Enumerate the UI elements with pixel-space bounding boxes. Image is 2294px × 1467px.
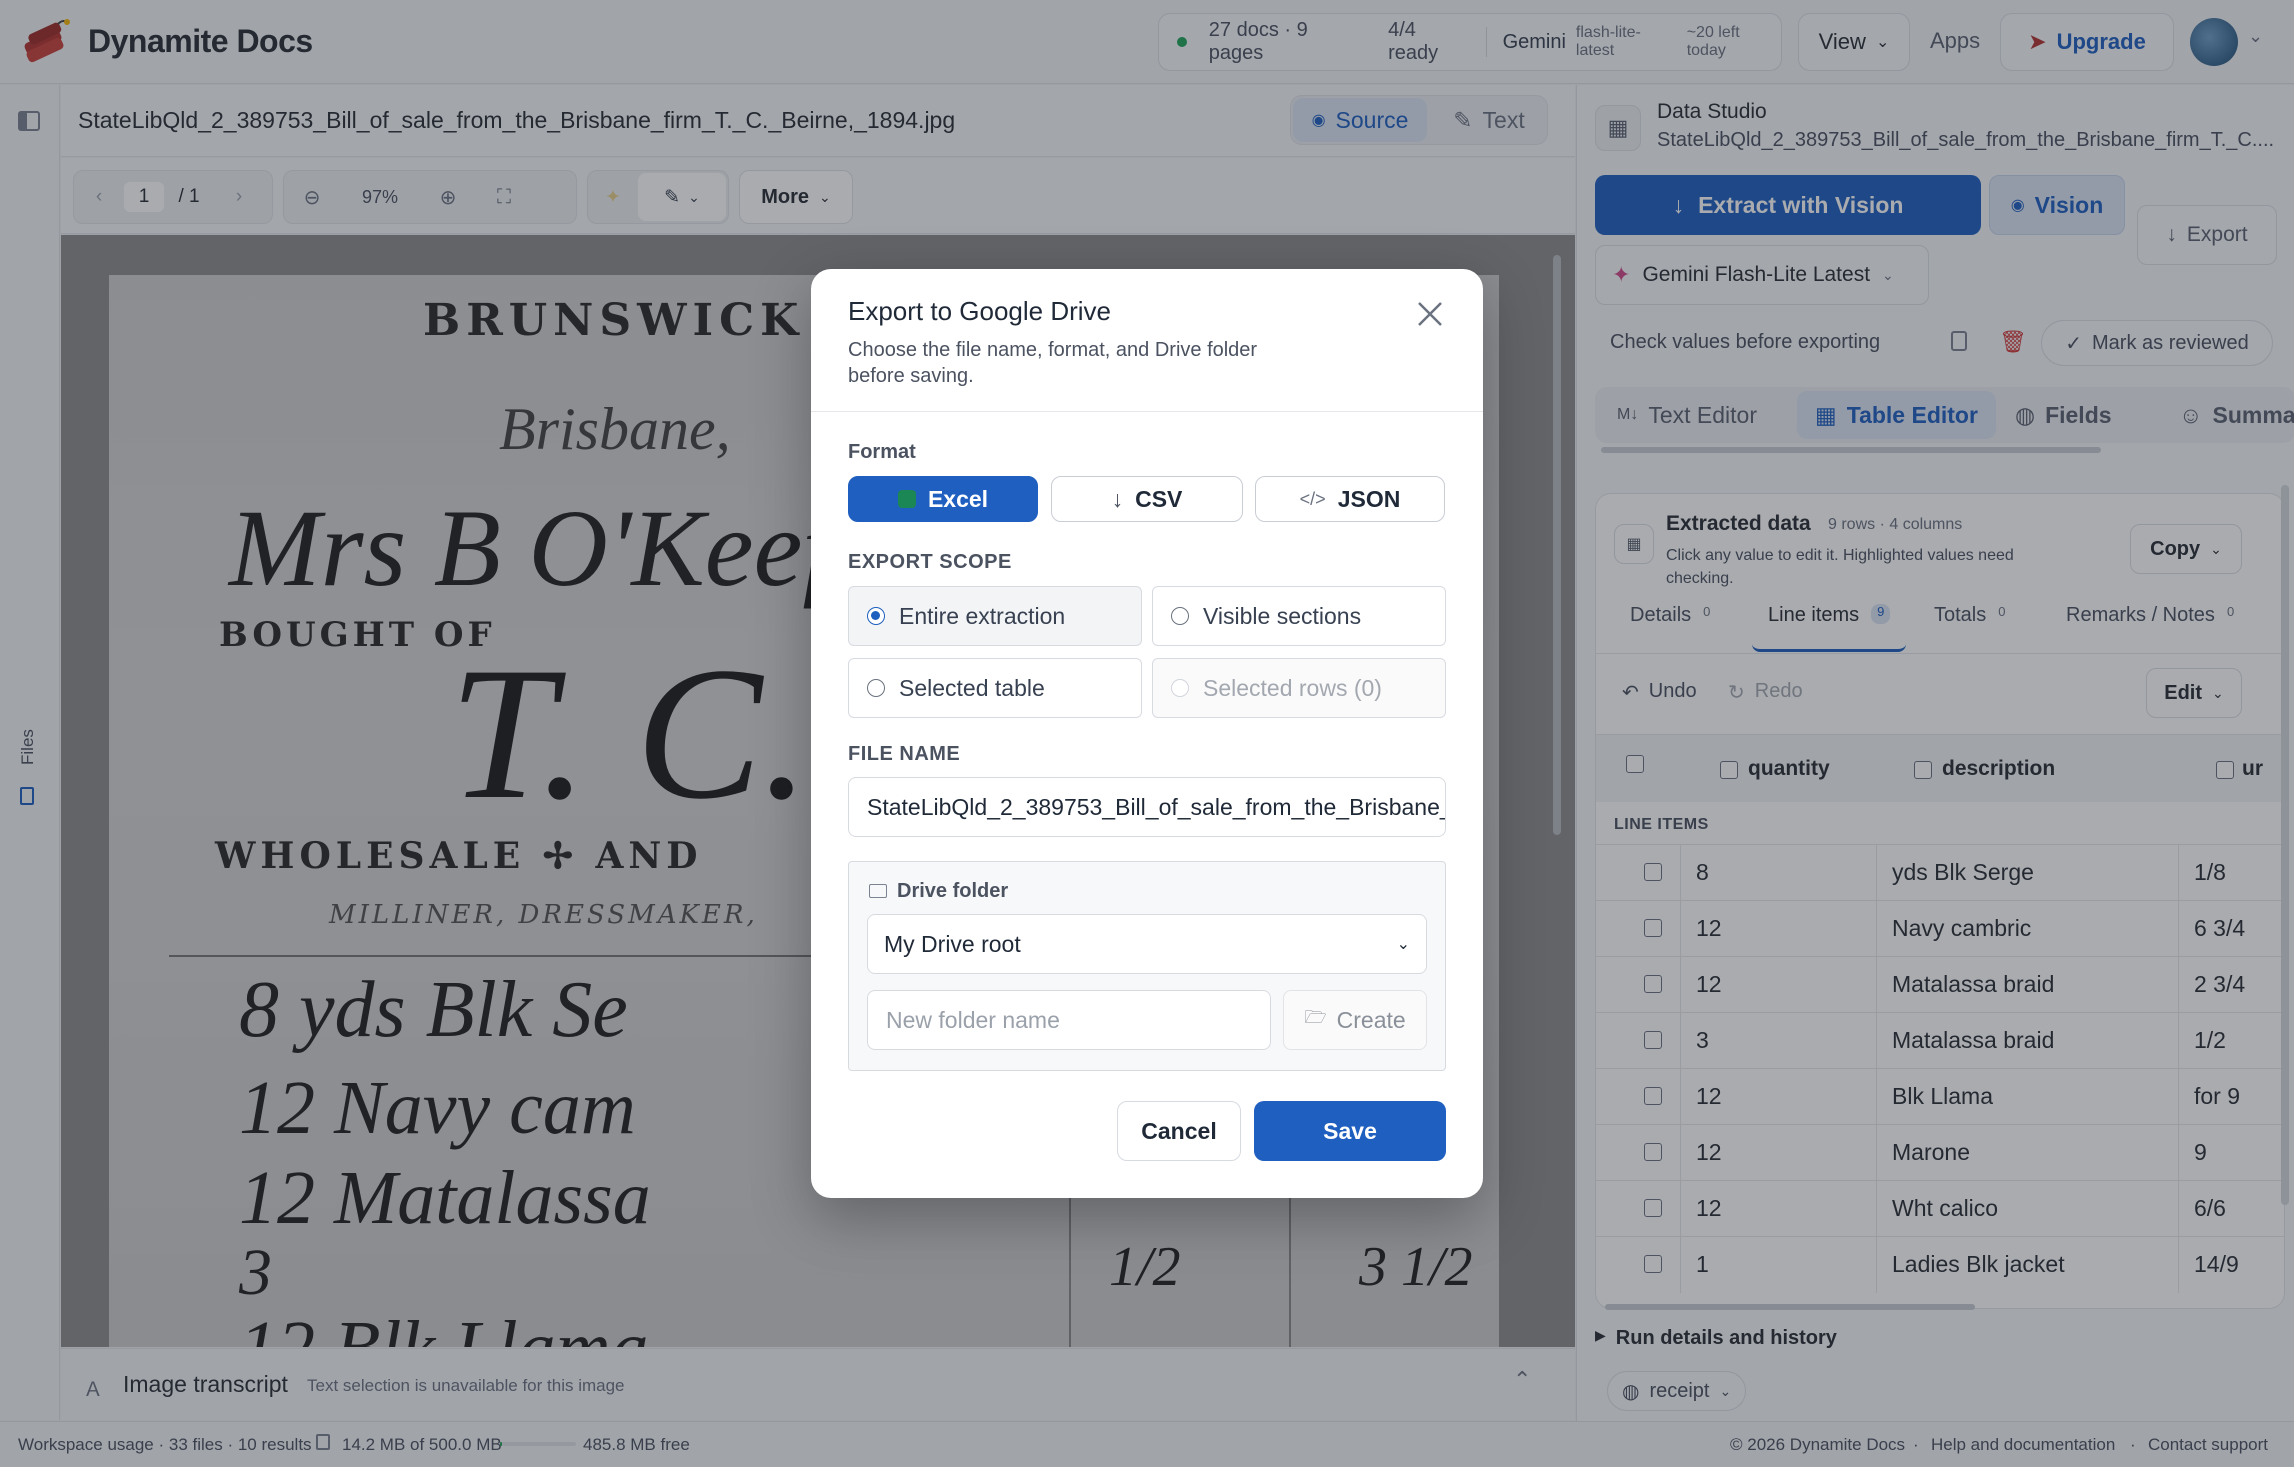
folder-icon xyxy=(869,884,887,898)
radio-selected xyxy=(867,607,885,625)
radio-disabled xyxy=(1171,679,1189,697)
dialog-subtitle: Choose the file name, format, and Drive … xyxy=(848,339,1258,387)
format-json-label: JSON xyxy=(1337,485,1401,512)
drive-folder-value: My Drive root xyxy=(884,930,1021,957)
export-scope-label: EXPORT SCOPE xyxy=(848,551,1012,573)
scope-label: Selected rows (0) xyxy=(1203,674,1382,701)
file-name-input[interactable]: StateLibQld_2_389753_Bill_of_sale_from_t… xyxy=(848,777,1446,837)
drive-folder-select[interactable]: My Drive root ⌄ xyxy=(867,914,1427,974)
close-icon[interactable] xyxy=(1415,299,1445,329)
format-excel-button[interactable]: Excel xyxy=(848,476,1038,522)
scope-label: Visible sections xyxy=(1203,602,1362,629)
save-button[interactable]: Save xyxy=(1254,1101,1446,1161)
folder-plus-icon: 🗁 xyxy=(1304,1007,1327,1027)
scope-label: Selected table xyxy=(899,674,1045,701)
drive-folder-label: Drive folder xyxy=(897,880,1009,902)
scope-selected-rows: Selected rows (0) xyxy=(1152,658,1446,718)
scope-label: Entire extraction xyxy=(899,602,1066,629)
export-dialog: Export to Google Drive Choose the file n… xyxy=(811,269,1483,1198)
dialog-divider xyxy=(811,411,1483,412)
file-name-value: StateLibQld_2_389753_Bill_of_sale_from_t… xyxy=(867,793,1445,820)
scope-entire-extraction[interactable]: Entire extraction xyxy=(848,586,1142,646)
new-folder-placeholder: New folder name xyxy=(886,1006,1060,1033)
scope-visible-sections[interactable]: Visible sections xyxy=(1152,586,1446,646)
format-excel-label: Excel xyxy=(927,485,989,512)
radio xyxy=(867,679,885,697)
file-name-label: FILE NAME xyxy=(848,743,961,765)
format-csv-button[interactable]: ↓ CSV xyxy=(1051,476,1243,522)
format-json-button[interactable]: </> JSON xyxy=(1255,476,1445,522)
drive-folder-section: Drive folder My Drive root ⌄ New folder … xyxy=(848,861,1446,1071)
create-label: Create xyxy=(1336,1006,1406,1033)
chevron-down-icon: ⌄ xyxy=(1396,936,1410,953)
excel-icon xyxy=(897,490,916,508)
create-folder-button[interactable]: 🗁 Create xyxy=(1283,990,1427,1050)
cancel-button[interactable]: Cancel xyxy=(1117,1101,1241,1161)
dialog-title: Export to Google Drive xyxy=(848,296,1112,326)
new-folder-input[interactable]: New folder name xyxy=(867,990,1271,1050)
format-label: Format xyxy=(848,441,916,463)
radio xyxy=(1171,607,1189,625)
scope-selected-table[interactable]: Selected table xyxy=(848,658,1142,718)
code-icon: </> xyxy=(1299,488,1326,509)
download-icon: ↓ xyxy=(1111,485,1124,512)
format-csv-label: CSV xyxy=(1135,485,1183,512)
save-label: Save xyxy=(1323,1117,1377,1144)
cancel-label: Cancel xyxy=(1141,1117,1217,1144)
